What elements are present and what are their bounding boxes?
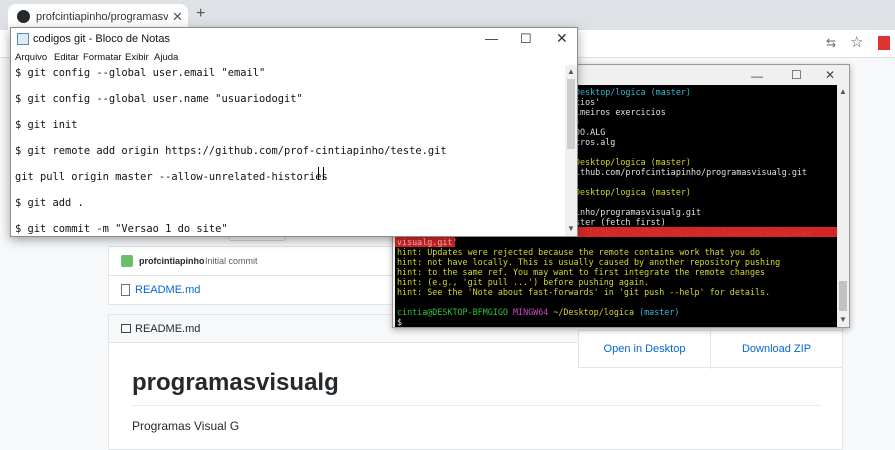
terminal-prompt: cintia@DESKTOP-BFMGIGO MINGW64 ~/Desktop…: [397, 307, 679, 317]
commit-message[interactable]: Initial commit: [205, 256, 258, 266]
tab-strip: profcintiapinho/programasvisualg ✕ +: [0, 0, 895, 30]
terminal-line: tros.alg: [575, 137, 616, 147]
terminal-line: cios': [575, 97, 601, 107]
text-line: git pull origin master --allow-unrelated…: [15, 171, 328, 183]
text-cursor: [318, 167, 324, 180]
translate-icon[interactable]: ⇆: [826, 36, 836, 50]
prompt-mingw: MINGW64: [512, 307, 549, 317]
terminal-line: Desktop/logica (master): [575, 87, 691, 97]
scroll-down-icon[interactable]: ▼: [567, 224, 575, 233]
terminal-line: DO.ALG: [575, 127, 606, 137]
text-line: $ git remote add origin https://github.c…: [15, 145, 447, 157]
divider: [132, 405, 822, 406]
scroll-down-icon[interactable]: ▼: [839, 315, 847, 324]
star-icon[interactable]: ☆: [850, 33, 863, 51]
tab-close-icon[interactable]: ✕: [172, 9, 183, 25]
text-line: $ git commit -m "Versao 1 do site": [15, 223, 228, 235]
prompt-path: ~/Desktop/logica: [553, 307, 635, 317]
clone-panel: Open in Desktop Download ZIP: [578, 330, 843, 369]
scrollbar[interactable]: ▲ ▼: [837, 85, 849, 327]
notepad-window[interactable]: codigos git - Bloco de Notas — ☐ ✕ Arqui…: [10, 27, 578, 237]
menu-editar[interactable]: Editar: [54, 52, 79, 63]
readme-file-link[interactable]: README.md: [135, 284, 200, 296]
avatar: [121, 255, 133, 267]
scroll-up-icon[interactable]: ▲: [839, 87, 847, 96]
scroll-thumb[interactable]: [839, 281, 847, 311]
repo-title: programasvisualg: [132, 369, 339, 396]
menu-bar: Arquivo Editar Formatar Exibir Ajuda: [11, 50, 577, 65]
terminal-line: ithub.com/profcintiapinho/programasvisua…: [575, 167, 807, 177]
terminal-line: hint: See the 'Note about fast-forwards'…: [397, 287, 771, 297]
terminal-cursor-line: $: [397, 317, 403, 327]
terminal-line: imeiros exercicios: [575, 107, 666, 117]
download-zip-button[interactable]: Download ZIP: [711, 331, 842, 369]
maximize-icon[interactable]: ☐: [520, 31, 532, 47]
scroll-thumb[interactable]: [567, 79, 575, 149]
menu-ajuda[interactable]: Ajuda: [154, 52, 178, 63]
maximize-icon[interactable]: ☐: [791, 68, 802, 82]
notepad-icon: [17, 33, 29, 45]
terminal-line: Desktop/logica (master): [575, 157, 691, 167]
tab-title: profcintiapinho/programasvisualg: [36, 11, 168, 23]
terminal-line: ster (fetch first): [575, 217, 666, 227]
text-line: $ git config --global user.name "usuario…: [15, 93, 303, 105]
menu-exibir[interactable]: Exibir: [125, 52, 149, 63]
github-icon: [17, 10, 30, 23]
terminal-line: hint: (e.g., 'git pull ...') before push…: [397, 277, 650, 287]
close-icon[interactable]: ✕: [556, 30, 568, 47]
text-line: $ git config --global user.email "email": [15, 67, 266, 79]
file-icon: [121, 284, 130, 296]
close-icon[interactable]: ✕: [825, 68, 835, 82]
menu-formatar[interactable]: Formatar: [83, 52, 122, 63]
prompt-branch: (master): [639, 307, 680, 317]
book-icon: [121, 324, 131, 333]
open-in-desktop-button[interactable]: Open in Desktop: [579, 331, 711, 369]
terminal-line: visualg.git': [397, 237, 458, 247]
new-tab-button[interactable]: +: [196, 5, 205, 23]
window-title: codigos git - Bloco de Notas: [33, 33, 170, 45]
terminal-line: o 'https://github.com/profcintiapinho/pr…: [575, 227, 812, 237]
minimize-icon[interactable]: —: [751, 69, 763, 83]
pdf-extension-icon[interactable]: [878, 36, 890, 50]
terminal-line: hint: not have locally. This is usually …: [397, 257, 781, 267]
terminal-line: Desktop/logica (master): [575, 187, 691, 197]
menu-arquivo[interactable]: Arquivo: [15, 52, 47, 63]
text-line: $ git init: [15, 119, 78, 131]
scrollbar[interactable]: ▲ ▼: [565, 65, 577, 236]
terminal-line: inho/programasvisualg.git: [575, 207, 702, 217]
text-area[interactable]: $ git config --global user.email "email"…: [13, 65, 565, 236]
terminal-line: hint: to the same ref. You may want to f…: [397, 267, 766, 277]
prompt-user: cintia@DESKTOP-BFMGIGO: [397, 307, 508, 317]
readme-header-label: README.md: [135, 323, 201, 335]
minimize-icon[interactable]: —: [485, 31, 498, 46]
commit-user[interactable]: profcintiapinho: [139, 256, 205, 266]
text-line: $ git add .: [15, 197, 84, 209]
terminal-line: hint: Updates were rejected because the …: [397, 247, 761, 257]
title-bar[interactable]: codigos git - Bloco de Notas — ☐ ✕: [11, 28, 577, 50]
scroll-up-icon[interactable]: ▲: [567, 67, 575, 76]
repo-description: Programas Visual G: [132, 419, 240, 433]
